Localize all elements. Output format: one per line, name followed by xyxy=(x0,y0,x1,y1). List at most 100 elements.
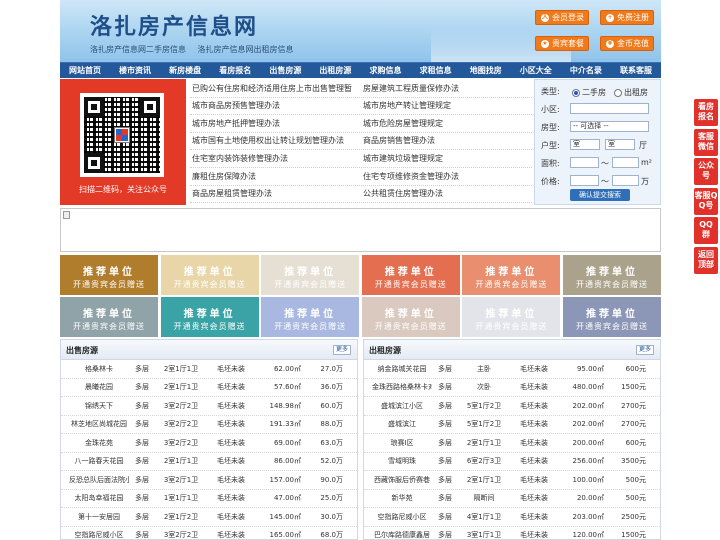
policy-link[interactable]: 城市房地产抵押管理办法 xyxy=(190,118,361,129)
sidebar-qq-group[interactable]: QQ 群 xyxy=(694,217,718,244)
table-row[interactable]: 格桑林卡 多层 2室1厅1卫 毛坯未装 62.00㎡ 27.0万 xyxy=(61,360,357,379)
recharge-button[interactable]: ¥ 金币充值 xyxy=(600,36,654,51)
nav-want-rent[interactable]: 求租信息 xyxy=(411,65,461,76)
table-row[interactable]: 八一路春天花园 多层 2室1厅1卫 毛坯未装 86.00㎡ 52.0万 xyxy=(61,453,357,471)
room-count-select[interactable]: 室 xyxy=(570,139,600,150)
nav-for-rent[interactable]: 出租房源 xyxy=(310,65,360,76)
policy-link[interactable]: 公共租赁住房管理办法 xyxy=(361,188,532,199)
area-min-input[interactable] xyxy=(570,157,599,168)
table-row[interactable]: 新华苑 多层 隔断间 毛坯未装 20.00㎡ 500元 xyxy=(364,490,660,508)
nav-viewing-signup[interactable]: 看房报名 xyxy=(210,65,260,76)
policy-link[interactable]: 城市危险房屋管理规定 xyxy=(361,118,532,129)
table-row[interactable]: 林芝地区尚城花园 多层 3室2厅2卫 毛坯未装 191.33㎡ 88.0万 xyxy=(61,416,357,434)
table-row[interactable]: 晨曦花园 多层 2室1厅1卫 毛坯未装 57.60㎡ 36.0万 xyxy=(61,379,357,397)
nav-for-sale[interactable]: 出售房源 xyxy=(260,65,310,76)
listing-community[interactable]: 反恐总队后面法院小区 xyxy=(61,475,129,485)
listing-community[interactable]: 八一路春天花园 xyxy=(61,456,129,466)
table-row[interactable]: 西藏饰服后侨赛巷 多层 2室1厅1卫 毛坯未装 100.00㎡ 500元 xyxy=(364,471,660,490)
policy-link[interactable]: 城市房地产转让管理规定 xyxy=(361,100,532,111)
sale-more-link[interactable]: 更多 xyxy=(332,345,351,355)
table-row[interactable]: 盛城滨江小区 多层 5室1厅2卫 毛坯未装 202.00㎡ 2700元 xyxy=(364,397,660,416)
slogan-sale[interactable]: 洛扎房产信息网二手房信息 xyxy=(90,45,186,54)
listing-community[interactable]: 金珠西路格桑林卡对面 xyxy=(364,382,432,392)
table-row[interactable]: 锦绣天下 多层 3室2厅2卫 毛坯未装 148.98㎡ 60.0万 xyxy=(61,397,357,416)
promo-tile[interactable]: 推荐单位 开通贵宾会员赠送 xyxy=(60,255,158,295)
site-title[interactable]: 洛扎房产信息网 xyxy=(90,9,258,41)
table-row[interactable]: 雪域明珠 多层 6室2厅3卫 毛坯未装 256.00㎡ 3500元 xyxy=(364,453,660,471)
listing-community[interactable]: 西藏饰服后侨赛巷 xyxy=(364,475,432,485)
promo-tile[interactable]: 推荐单位 开通贵宾会员赠送 xyxy=(361,297,460,337)
policy-link[interactable]: 城市建筑垃圾管理规定 xyxy=(361,153,532,164)
sidebar-back-to-top[interactable]: 返回 顶部 xyxy=(694,246,718,274)
promo-tile[interactable]: 推荐单位 开通贵宾会员赠送 xyxy=(462,297,561,337)
nav-map-search[interactable]: 地图找房 xyxy=(461,65,511,76)
sidebar-official-account[interactable]: 公众号 xyxy=(694,158,718,185)
promo-tile[interactable]: 推荐单位 开通贵宾会员赠送 xyxy=(562,297,661,337)
promo-tile[interactable]: 推荐单位 开通贵宾会员赠送 xyxy=(261,297,360,337)
nav-agents[interactable]: 中介名录 xyxy=(561,65,611,76)
table-row[interactable]: 太阳岛幸福花园 多层 1室1厅1卫 毛坯未装 47.00㎡ 25.0万 xyxy=(61,490,357,508)
search-submit-button[interactable]: 确认提交搜索 xyxy=(570,189,630,201)
table-row[interactable]: 金珠花苑 多层 3室2厅2卫 毛坯未装 69.00㎡ 63.0万 xyxy=(61,434,357,453)
listing-community[interactable]: 空指路尼威小区 xyxy=(364,512,432,522)
policy-link[interactable]: 城市商品房预售管理办法 xyxy=(190,100,361,111)
policy-link[interactable]: 房屋建筑工程质量保修办法 xyxy=(361,83,532,94)
policy-link[interactable]: 廉租住房保障办法 xyxy=(190,171,361,182)
listing-community[interactable]: 太阳岛幸福花园 xyxy=(61,493,129,503)
policy-link[interactable]: 住宅室内装饰装修管理办法 xyxy=(190,153,361,164)
community-input[interactable] xyxy=(570,103,649,114)
login-button[interactable]: 人会员登录 xyxy=(535,10,589,25)
policy-link[interactable]: 商品房销售管理办法 xyxy=(361,135,532,146)
promo-tile[interactable]: 推荐单位 开通贵宾会员赠送 xyxy=(160,297,259,337)
hall-count-select[interactable]: 室 xyxy=(605,139,635,150)
listing-community[interactable]: 空指路尼威小区 xyxy=(61,530,129,540)
promo-tile[interactable]: 推荐单位 开通贵宾会员赠送 xyxy=(562,255,661,295)
listing-community[interactable]: 纳金路城关花园 xyxy=(364,364,432,374)
table-row[interactable]: 盛城滨江 多层 5室1厅2卫 毛坯未装 202.00㎡ 2700元 xyxy=(364,416,660,434)
listing-community[interactable]: 金珠花苑 xyxy=(61,438,129,448)
promo-tile[interactable]: 推荐单位 开通贵宾会员赠送 xyxy=(361,255,460,295)
table-row[interactable]: 金珠西路格桑林卡对面多层 次卧 毛坯未装 480.00㎡ 1500元 xyxy=(364,379,660,397)
price-min-input[interactable] xyxy=(570,175,599,186)
promo-tile[interactable]: 推荐单位 开通贵宾会员赠送 xyxy=(462,255,561,295)
listing-community[interactable]: 晨曦花园 xyxy=(61,382,129,392)
radio-rent[interactable]: 出租房 xyxy=(614,87,648,98)
listing-community[interactable]: 盛城滨江小区 xyxy=(364,401,432,411)
sidebar-service-qq[interactable]: 客服Q Q号 xyxy=(694,187,718,215)
listing-community[interactable]: 第十一安居园 xyxy=(61,512,129,522)
sidebar-viewing-signup[interactable]: 看房 报名 xyxy=(694,99,718,126)
listing-community[interactable]: 林芝地区尚城花园 xyxy=(61,419,129,429)
table-row[interactable]: 反恐总队后面法院小区多层 3室2厅1卫 毛坯未装 157.00㎡ 90.0万 xyxy=(61,471,357,490)
register-button[interactable]: + 免费注册 xyxy=(600,10,654,25)
promo-tile[interactable]: 推荐单位 开通贵宾会员赠送 xyxy=(261,255,360,295)
nav-new-homes[interactable]: 新房楼盘 xyxy=(160,65,210,76)
radio-sale[interactable]: 二手房 xyxy=(572,87,606,98)
table-row[interactable]: 巴尔库路德康鑫居 多层 3室1厅1卫 毛坯未装 120.00㎡ 1500元 xyxy=(364,527,660,540)
listing-community[interactable]: 格桑林卡 xyxy=(61,364,129,374)
table-row[interactable]: 空指路尼威小区 多层 4室1厅1卫 毛坯未装 203.00㎡ 2500元 xyxy=(364,508,660,527)
listing-community[interactable]: 琅赛I区 xyxy=(364,438,432,448)
rent-more-link[interactable]: 更多 xyxy=(635,345,654,355)
table-row[interactable]: 琅赛I区 多层 2室1厅1卫 毛坯未装 200.00㎡ 600元 xyxy=(364,434,660,453)
policy-link[interactable]: 城市国有土地使用权出让转让规划管理办法 xyxy=(190,135,361,146)
nav-communities[interactable]: 小区大全 xyxy=(511,65,561,76)
nav-news[interactable]: 楼市资讯 xyxy=(110,65,160,76)
banner-ad-slot[interactable] xyxy=(60,208,661,252)
slogan-rent[interactable]: 洛扎房产信息网出租房信息 xyxy=(198,45,294,54)
listing-community[interactable]: 巴尔库路德康鑫居 xyxy=(364,530,432,540)
nav-want-buy[interactable]: 求购信息 xyxy=(360,65,410,76)
listing-community[interactable]: 盛城滨江 xyxy=(364,419,432,429)
nav-home[interactable]: 网站首页 xyxy=(60,65,110,76)
area-max-input[interactable] xyxy=(612,157,639,168)
price-max-input[interactable] xyxy=(612,175,639,186)
promo-tile[interactable]: 推荐单位 开通贵宾会员赠送 xyxy=(160,255,259,295)
listing-community[interactable]: 雪域明珠 xyxy=(364,456,432,466)
vip-package-button[interactable]: ★ 贵宾套餐 xyxy=(535,36,589,51)
policy-link[interactable]: 已购公有住房和经济适用住房上市出售管理暂 xyxy=(190,83,361,94)
sidebar-service-wechat[interactable]: 客服 微信 xyxy=(694,128,718,156)
table-row[interactable]: 纳金路城关花园 多层 主卧 毛坯未装 95.00㎡ 600元 xyxy=(364,360,660,379)
listing-community[interactable]: 锦绣天下 xyxy=(61,401,129,411)
policy-link[interactable]: 住宅专项维修资金管理办法 xyxy=(361,171,532,182)
listing-community[interactable]: 新华苑 xyxy=(364,493,432,503)
table-row[interactable]: 空指路尼威小区 多层 3室2厅2卫 毛坯未装 165.00㎡ 68.0万 xyxy=(61,527,357,540)
